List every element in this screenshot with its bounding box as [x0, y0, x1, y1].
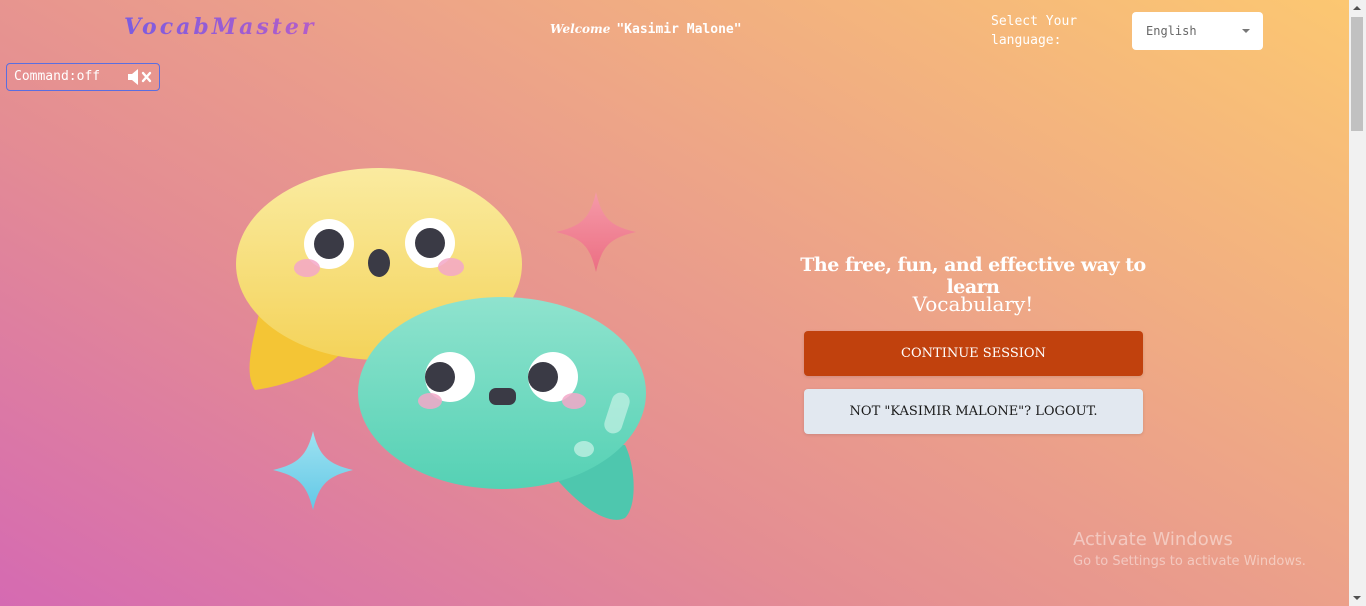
- command-status-label: Command:off: [14, 69, 101, 84]
- welcome-username: "Kasimir Malone": [616, 22, 742, 37]
- scroll-down-arrow-icon[interactable]: [1353, 596, 1361, 600]
- language-selected-value: English: [1146, 24, 1197, 38]
- blue-sparkle: [273, 431, 353, 510]
- language-select[interactable]: English: [1132, 12, 1263, 50]
- scroll-up-arrow-icon[interactable]: [1353, 6, 1361, 10]
- pink-sparkle: [556, 192, 636, 272]
- language-label: Select Your language:: [991, 14, 1078, 48]
- welcome-word: Welcome: [550, 22, 611, 36]
- activate-windows-watermark: Activate Windows Go to Settings to activ…: [1073, 529, 1306, 569]
- hero-subject: Vocabulary!: [912, 292, 1034, 316]
- continue-session-button[interactable]: CONTINUE SESSION: [804, 331, 1143, 376]
- speaker-muted-icon[interactable]: [126, 67, 154, 87]
- chat-bubbles-illustration: [236, 168, 646, 520]
- welcome-message: Welcome "Kasimir Malone": [550, 22, 742, 37]
- scrollbar-thumb[interactable]: [1351, 17, 1363, 131]
- watermark-subtitle: Go to Settings to activate Windows.: [1073, 554, 1306, 569]
- watermark-title: Activate Windows: [1073, 529, 1233, 550]
- vertical-scrollbar[interactable]: [1349, 0, 1366, 606]
- voice-command-status: Command:off: [6, 63, 160, 91]
- chevron-down-icon: [1242, 29, 1250, 33]
- logout-button[interactable]: NOT "KASIMIR MALONE"? LOGOUT.: [804, 389, 1143, 434]
- app-logo[interactable]: VocabMaster: [124, 14, 317, 40]
